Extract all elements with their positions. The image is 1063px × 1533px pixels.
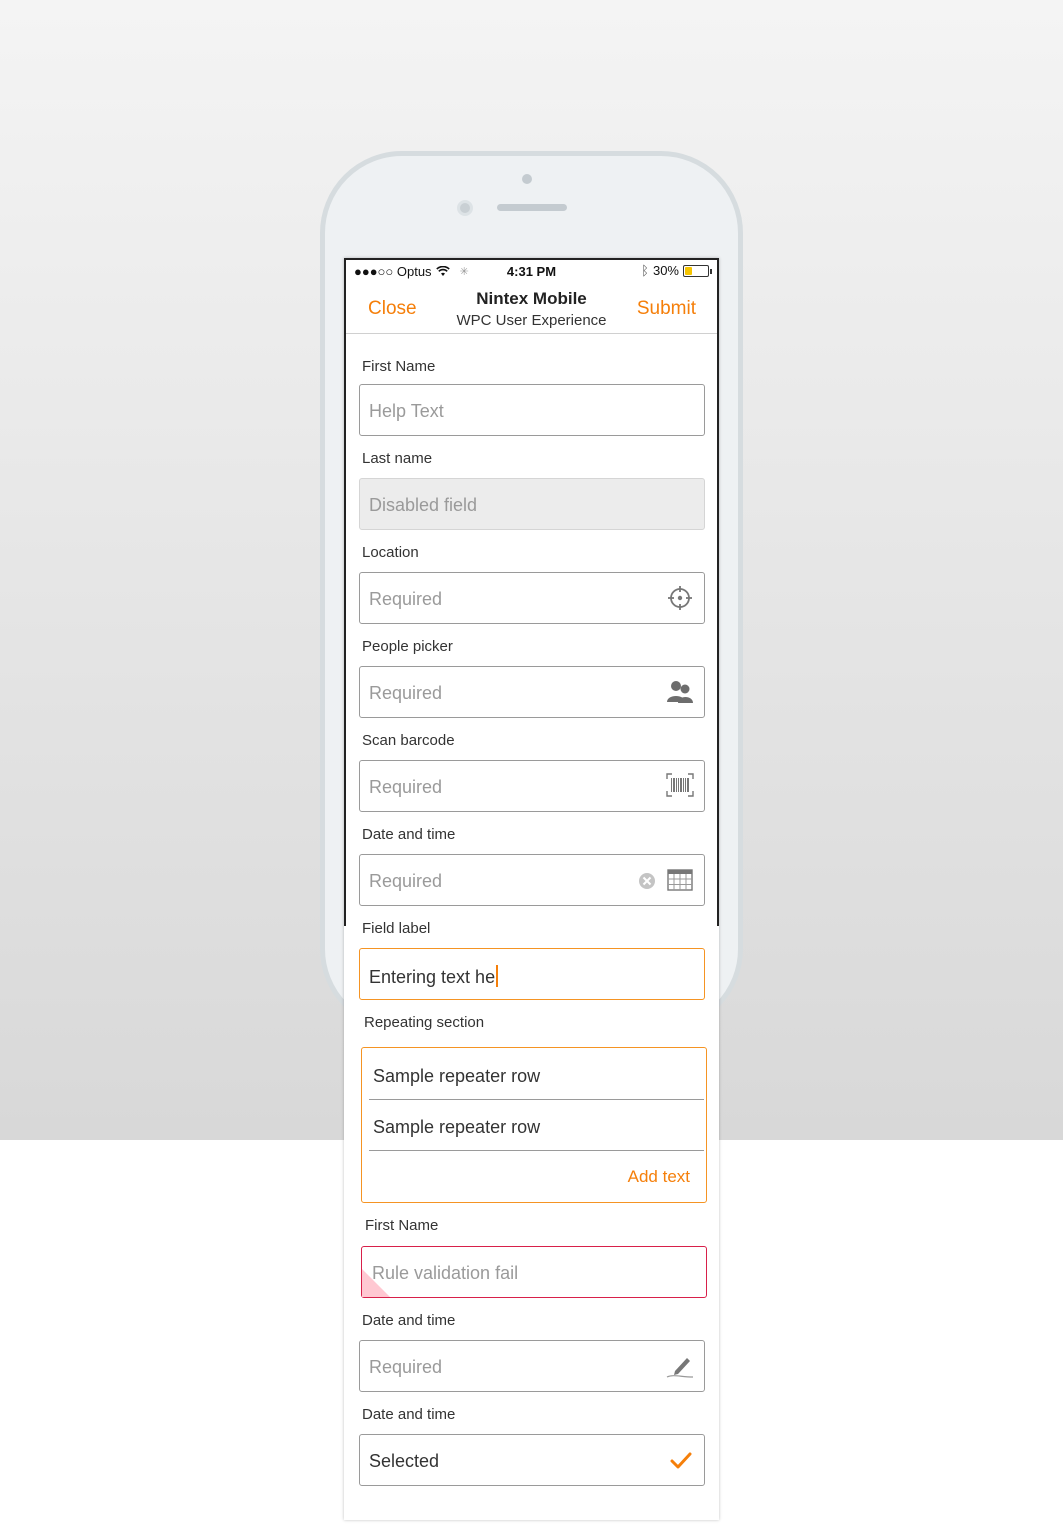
location-placeholder: Required [369,589,443,609]
battery-percent: 30% [652,263,679,278]
field-label-label: Field label [362,920,431,937]
people-picker-input[interactable]: Required [359,666,705,718]
first-name-label-2: First Name [365,1217,439,1234]
first-name-placeholder: Help Text [369,401,444,421]
repeater-row[interactable]: Sample repeater row [369,1100,704,1151]
scan-barcode-input[interactable]: Required [359,760,705,812]
navigation-bar: Close Nintex Mobile WPC User Experience … [344,284,719,334]
checkmark-icon [670,1452,692,1469]
bluetooth-icon: ᛒ [641,263,649,278]
signature-pen-icon[interactable] [665,1352,695,1380]
add-row-button[interactable]: Add text [628,1167,690,1187]
people-picker-label: People picker [362,638,453,655]
status-right: ᛒ 30% [641,263,712,278]
barcode-icon[interactable] [666,773,694,797]
last-name-input: Disabled field [359,478,705,530]
first-name-label: First Name [362,358,436,375]
status-bar: ●●●○○ Optus ✳ 4:31 PM ᛒ 30% [344,258,719,284]
repeater-row-text: Sample repeater row [373,1066,541,1086]
field-label-input[interactable]: Entering text he [359,948,705,1000]
repeater-row-text: Sample repeater row [373,1117,541,1137]
location-input[interactable]: Required [359,572,705,624]
location-label: Location [362,544,419,561]
date-time-placeholder-1: Required [369,871,443,891]
field-label-value: Entering text he [369,967,496,987]
scan-barcode-label: Scan barcode [362,732,455,749]
calendar-icon[interactable] [667,869,693,891]
date-time-label-3: Date and time [362,1406,456,1423]
crosshair-icon[interactable] [667,585,693,611]
battery-icon [683,264,712,277]
phone-camera [457,200,473,216]
repeating-section-label: Repeating section [364,1014,485,1031]
clear-icon[interactable] [638,872,656,890]
date-time-label-1: Date and time [362,826,456,843]
phone-sensor [522,174,532,184]
scan-barcode-placeholder: Required [369,777,443,797]
date-time-input-2[interactable]: Required [359,1340,705,1392]
submit-button[interactable]: Submit [637,298,696,320]
first-name-error-placeholder: Rule validation fail [372,1263,519,1283]
last-name-placeholder: Disabled field [369,495,478,515]
text-cursor [496,965,499,987]
date-time-placeholder-2: Required [369,1357,443,1377]
first-name-input[interactable]: Help Text [359,384,705,436]
phone-speaker [497,204,567,211]
repeater-row[interactable]: Sample repeater row [369,1049,704,1100]
app-screen: ●●●○○ Optus ✳ 4:31 PM ᛒ 30% Close Nintex… [344,258,719,1520]
people-picker-placeholder: Required [369,683,443,703]
first-name-input-error[interactable]: Rule validation fail [361,1246,707,1298]
people-icon[interactable] [666,680,694,704]
date-time-input-3[interactable]: Selected [359,1434,705,1486]
repeating-section: Sample repeater row Sample repeater row … [361,1047,707,1203]
date-time-value-3: Selected [369,1451,440,1471]
date-time-input-1[interactable]: Required [359,854,705,906]
date-time-label-2: Date and time [362,1312,456,1329]
last-name-label: Last name [362,450,433,467]
